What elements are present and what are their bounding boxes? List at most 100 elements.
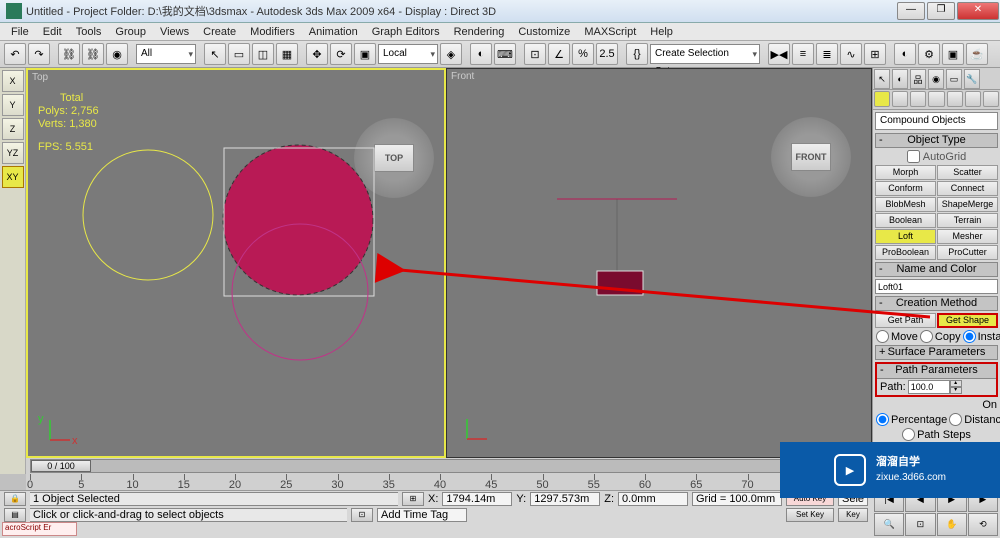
- select-region-button[interactable]: ◫: [252, 43, 274, 65]
- menu-views[interactable]: Views: [153, 24, 196, 40]
- path-value-input[interactable]: [908, 380, 950, 394]
- schematic-button[interactable]: ⊞: [864, 43, 886, 65]
- ref-coord-combo[interactable]: Local: [378, 44, 438, 64]
- unlink-button[interactable]: ⛓: [82, 43, 104, 65]
- subcat-lights[interactable]: [910, 91, 926, 107]
- redo-button[interactable]: ↷: [28, 43, 50, 65]
- y-coord-field[interactable]: 1297.573m: [530, 492, 600, 506]
- menu-graph-editors[interactable]: Graph Editors: [365, 24, 447, 40]
- btn-blobmesh[interactable]: BlobMesh: [875, 197, 936, 212]
- layers-button[interactable]: ≣: [816, 43, 838, 65]
- viewport-top[interactable]: Top Total Polys: 2,756 Verts: 1,380 FPS:…: [26, 68, 446, 458]
- tab-utilities[interactable]: 🔧: [964, 69, 980, 89]
- menu-animation[interactable]: Animation: [302, 24, 365, 40]
- align-button[interactable]: ≡: [792, 43, 814, 65]
- menu-file[interactable]: File: [4, 24, 36, 40]
- nav-zoom-all[interactable]: ⊡: [905, 513, 935, 537]
- quick-render-button[interactable]: ☕: [966, 43, 988, 65]
- subcat-spacewarps[interactable]: [965, 91, 981, 107]
- add-time-tag[interactable]: Add Time Tag: [377, 508, 467, 522]
- subcat-cameras[interactable]: [928, 91, 944, 107]
- window-crossing-button[interactable]: ▦: [276, 43, 298, 65]
- subcat-shapes[interactable]: [892, 91, 908, 107]
- viewport-front[interactable]: Front FRONT: [446, 68, 872, 458]
- z-coord-field[interactable]: 0.0mm: [618, 492, 688, 506]
- key-filters-button[interactable]: Key: [838, 508, 868, 522]
- menu-maxscript[interactable]: MAXScript: [577, 24, 643, 40]
- btn-get-path[interactable]: Get Path: [875, 313, 936, 328]
- move-button[interactable]: ✥: [306, 43, 328, 65]
- subcat-systems[interactable]: [983, 91, 999, 107]
- scale-button[interactable]: ▣: [354, 43, 376, 65]
- maximize-button[interactable]: ❐: [927, 2, 955, 20]
- rollout-creation-method[interactable]: -Creation Method: [875, 296, 998, 311]
- btn-get-shape[interactable]: Get Shape: [937, 313, 998, 328]
- btn-shapemerge[interactable]: ShapeMerge: [937, 197, 998, 212]
- view-cube-front[interactable]: FRONT: [771, 117, 851, 197]
- rollout-surface-params[interactable]: +Surface Parameters: [875, 345, 998, 360]
- snap-2d-button[interactable]: ⊡: [524, 43, 546, 65]
- render-frame-button[interactable]: ▣: [942, 43, 964, 65]
- axis-z-button[interactable]: Z: [2, 118, 24, 140]
- radio-percentage[interactable]: [876, 413, 889, 426]
- snap-percent-button[interactable]: %: [572, 43, 594, 65]
- btn-scatter[interactable]: Scatter: [937, 165, 998, 180]
- path-spinner-up[interactable]: ▴: [950, 380, 962, 387]
- render-setup-button[interactable]: ⚙: [918, 43, 940, 65]
- rollout-name-color[interactable]: -Name and Color: [875, 262, 998, 277]
- radio-path-steps[interactable]: [902, 428, 915, 441]
- spinner-snap-button[interactable]: 2.5: [596, 43, 618, 65]
- nav-orbit[interactable]: ⟲: [968, 513, 998, 537]
- radio-instance[interactable]: [963, 330, 976, 343]
- menu-tools[interactable]: Tools: [69, 24, 109, 40]
- material-editor-button[interactable]: ◐: [894, 43, 916, 65]
- undo-button[interactable]: ↶: [4, 43, 26, 65]
- rollout-object-type[interactable]: -Object Type: [875, 133, 998, 148]
- selection-set-combo[interactable]: Create Selection Set: [650, 44, 760, 64]
- autogrid-checkbox[interactable]: [907, 150, 920, 163]
- lock-selection-button[interactable]: 🔒: [4, 492, 26, 506]
- nav-pan[interactable]: ✋: [937, 513, 967, 537]
- select-button[interactable]: ↖: [204, 43, 226, 65]
- menu-rendering[interactable]: Rendering: [447, 24, 512, 40]
- script-listener-button[interactable]: ▤: [4, 508, 26, 522]
- set-key-button[interactable]: Set Key: [786, 508, 834, 522]
- link-button[interactable]: ⛓: [58, 43, 80, 65]
- pivot-button[interactable]: ◈: [440, 43, 462, 65]
- absolute-transform-button[interactable]: ⊞: [402, 492, 424, 506]
- nav-zoom[interactable]: 🔍: [874, 513, 904, 537]
- tab-hierarchy[interactable]: 品: [910, 69, 926, 89]
- time-ruler[interactable]: 05101520253035404550556065707580: [30, 474, 868, 490]
- menu-help[interactable]: Help: [643, 24, 680, 40]
- snap-angle-button[interactable]: ∠: [548, 43, 570, 65]
- axis-y-button[interactable]: Y: [2, 94, 24, 116]
- btn-boolean[interactable]: Boolean: [875, 213, 936, 228]
- radio-distance[interactable]: [949, 413, 962, 426]
- btn-loft[interactable]: Loft: [875, 229, 936, 244]
- time-slider-track[interactable]: 0 / 100: [30, 459, 868, 473]
- mirror-button[interactable]: ▶◀: [768, 43, 790, 65]
- category-combo[interactable]: Compound Objects: [875, 112, 998, 130]
- close-button[interactable]: ✕: [957, 2, 999, 20]
- time-config-button[interactable]: ⊡: [351, 508, 373, 522]
- curve-editor-button[interactable]: ∿: [840, 43, 862, 65]
- edit-sel-set-button[interactable]: {​}: [626, 43, 648, 65]
- subcat-helpers[interactable]: [947, 91, 963, 107]
- x-coord-field[interactable]: 1794.14m: [442, 492, 512, 506]
- object-name-input[interactable]: [875, 279, 998, 294]
- axis-yz-button[interactable]: YZ: [2, 142, 24, 164]
- radio-move[interactable]: [876, 330, 889, 343]
- tab-display[interactable]: ▭: [946, 69, 962, 89]
- minimize-button[interactable]: —: [897, 2, 925, 20]
- subcat-geometry[interactable]: [874, 91, 890, 107]
- menu-edit[interactable]: Edit: [36, 24, 69, 40]
- path-spinner-down[interactable]: ▾: [950, 387, 962, 394]
- time-slider-thumb[interactable]: 0 / 100: [31, 460, 91, 472]
- view-cube-face[interactable]: TOP: [374, 144, 414, 172]
- btn-proboolean[interactable]: ProBoolean: [875, 245, 936, 260]
- rotate-button[interactable]: ⟳: [330, 43, 352, 65]
- tab-create[interactable]: ↖: [874, 69, 890, 89]
- select-name-button[interactable]: ▭: [228, 43, 250, 65]
- axis-x-button[interactable]: X: [2, 70, 24, 92]
- tab-modify[interactable]: ◐: [892, 69, 908, 89]
